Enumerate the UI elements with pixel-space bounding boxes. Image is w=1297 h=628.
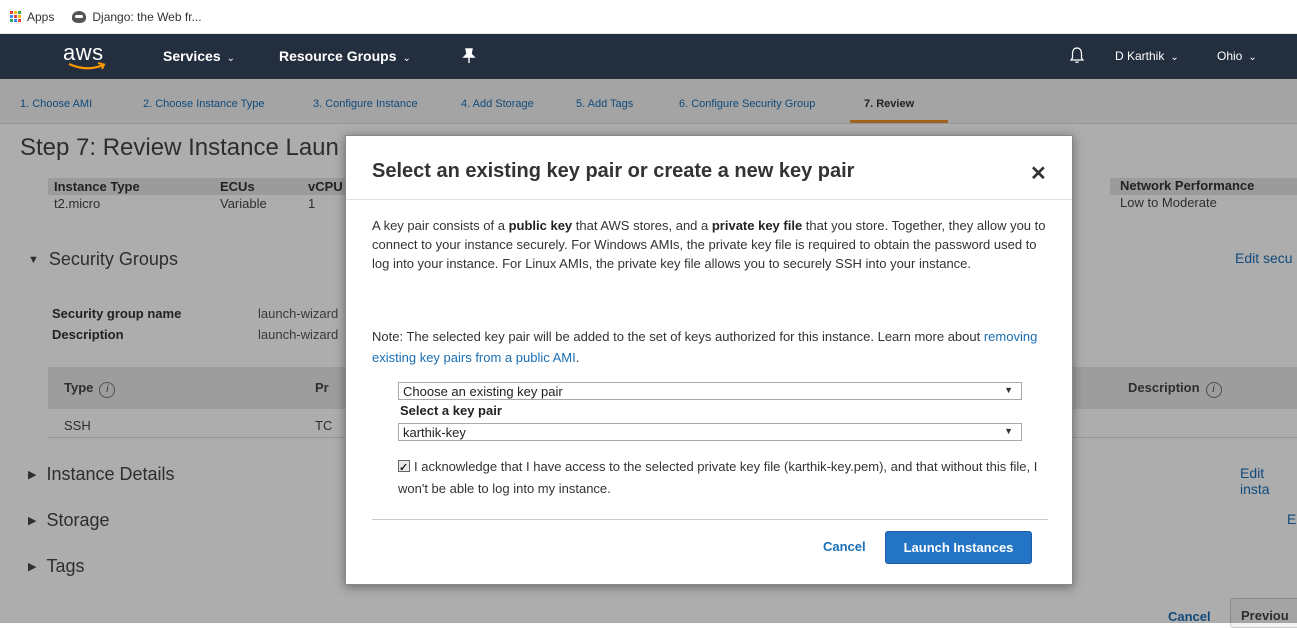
chevron-down-icon: ⌄ (1170, 52, 1179, 63)
acknowledge-checkbox[interactable] (398, 457, 410, 479)
chevron-down-icon: ⌄ (1248, 52, 1257, 63)
key-pair-modal: Select an existing key pair or create a … (345, 135, 1073, 585)
bookmark-apps-label: Apps (27, 9, 55, 24)
dropdown-arrow-icon: ▼ (1004, 426, 1013, 436)
key-pair-value: karthik-key (403, 425, 466, 440)
region-menu[interactable]: Ohio ⌄ (1217, 49, 1257, 63)
bookmarks-bar: Apps Django: the Web fr... (0, 0, 1297, 34)
divider (372, 519, 1048, 520)
key-pair-mode-value: Choose an existing key pair (403, 384, 563, 399)
acknowledge-row: I acknowledge that I have access to the … (398, 456, 1038, 500)
resource-groups-menu[interactable]: Resource Groups ⌄ (279, 48, 411, 64)
launch-instances-button[interactable]: Launch Instances (885, 531, 1032, 564)
bookmark-django-label: Django: the Web fr... (92, 9, 202, 24)
user-name: D Karthik (1115, 49, 1165, 63)
services-menu[interactable]: Services ⌄ (163, 48, 235, 64)
select-key-pair-label: Select a key pair (400, 403, 502, 418)
bookmark-django[interactable]: Django: the Web fr... (64, 9, 202, 24)
close-icon[interactable]: ✕ (1030, 161, 1047, 186)
divider (346, 199, 1072, 200)
dropdown-arrow-icon: ▼ (1004, 385, 1013, 395)
aws-smile-icon (68, 62, 106, 70)
bookmark-apps[interactable]: Apps (10, 10, 54, 24)
region-name: Ohio (1217, 49, 1243, 63)
key-pair-select[interactable]: karthik-key ▼ (398, 423, 1022, 441)
resource-groups-label: Resource Groups (279, 48, 397, 64)
cancel-button[interactable]: Cancel (823, 539, 866, 554)
bell-icon[interactable] (1069, 46, 1085, 69)
chevron-down-icon: ⌄ (226, 53, 235, 64)
aws-top-nav: aws Services ⌄ Resource Groups ⌄ D Karthik… (0, 34, 1297, 79)
acknowledge-text: I acknowledge that I have access to the … (398, 459, 1038, 496)
pin-icon[interactable] (462, 48, 476, 67)
chevron-down-icon: ⌄ (402, 53, 411, 64)
key-pair-mode-select[interactable]: Choose an existing key pair ▼ (398, 382, 1022, 400)
aws-logo[interactable]: aws (63, 40, 115, 74)
modal-title: Select an existing key pair or create a … (372, 160, 855, 182)
django-icon (72, 10, 87, 23)
user-menu[interactable]: D Karthik ⌄ (1115, 49, 1179, 63)
services-label: Services (163, 48, 221, 64)
apps-grid-icon (10, 11, 21, 22)
key-pair-note: Note: The selected key pair will be adde… (372, 329, 1038, 365)
key-pair-description: A key pair consists of a public key that… (372, 218, 1046, 271)
